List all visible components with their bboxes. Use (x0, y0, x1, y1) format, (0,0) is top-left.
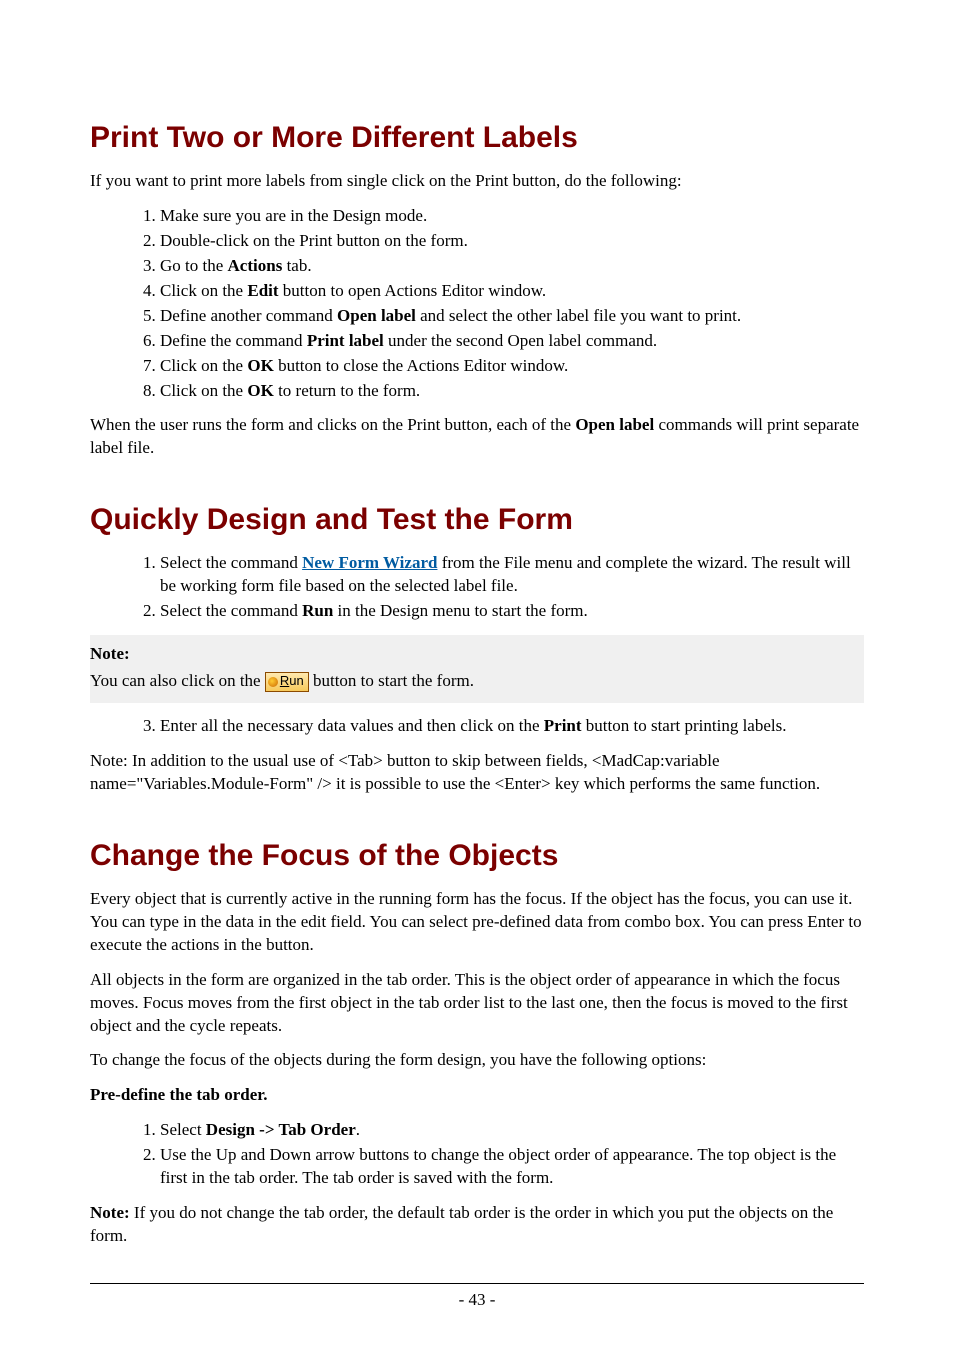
list-item: Double-click on the Print button on the … (160, 230, 864, 253)
note-text: You can also click on the Run button to … (90, 670, 864, 693)
steps-list-2: Select the command New Form Wizard from … (90, 552, 864, 623)
heading-print-labels: Print Two or More Different Labels (90, 120, 864, 156)
page-number: - 43 - (90, 1290, 864, 1310)
list-item: Click on the Edit button to open Actions… (160, 280, 864, 303)
steps-list-1: Make sure you are in the Design mode. Do… (90, 205, 864, 403)
list-item: Define the command Print label under the… (160, 330, 864, 353)
para-2: All objects in the form are organized in… (90, 969, 864, 1038)
list-item: Go to the Actions tab. (160, 255, 864, 278)
intro-text: If you want to print more labels from si… (90, 170, 864, 193)
footnote-text: Note: In addition to the usual use of <T… (90, 750, 864, 796)
note-text-2: Note: If you do not change the tab order… (90, 1202, 864, 1248)
steps-list-2b: Enter all the necessary data values and … (90, 715, 864, 738)
list-item: Use the Up and Down arrow buttons to cha… (160, 1144, 864, 1190)
list-item: Make sure you are in the Design mode. (160, 205, 864, 228)
run-button[interactable]: Run (265, 672, 309, 692)
run-icon (268, 677, 278, 687)
footer-rule (90, 1283, 864, 1284)
list-item: Select Design -> Tab Order. (160, 1119, 864, 1142)
page-footer: - 43 - (90, 1283, 864, 1310)
list-item: Click on the OK button to close the Acti… (160, 355, 864, 378)
list-item: Enter all the necessary data values and … (160, 715, 864, 738)
new-form-wizard-link[interactable]: New Form Wizard (302, 553, 437, 572)
list-item: Click on the OK to return to the form. (160, 380, 864, 403)
note-box: Note: You can also click on the Run butt… (90, 635, 864, 703)
para-3: To change the focus of the objects durin… (90, 1049, 864, 1072)
heading-quickly-design: Quickly Design and Test the Form (90, 502, 864, 538)
list-item: Select the command Run in the Design men… (160, 600, 864, 623)
outro-text: When the user runs the form and clicks o… (90, 414, 864, 460)
para-1: Every object that is currently active in… (90, 888, 864, 957)
note-title: Note: (90, 644, 130, 663)
list-item: Select the command New Form Wizard from … (160, 552, 864, 598)
list-item: Define another command Open label and se… (160, 305, 864, 328)
heading-change-focus: Change the Focus of the Objects (90, 838, 864, 874)
sub-heading: Pre-define the tab order. (90, 1084, 864, 1107)
steps-list-3: Select Design -> Tab Order. Use the Up a… (90, 1119, 864, 1190)
